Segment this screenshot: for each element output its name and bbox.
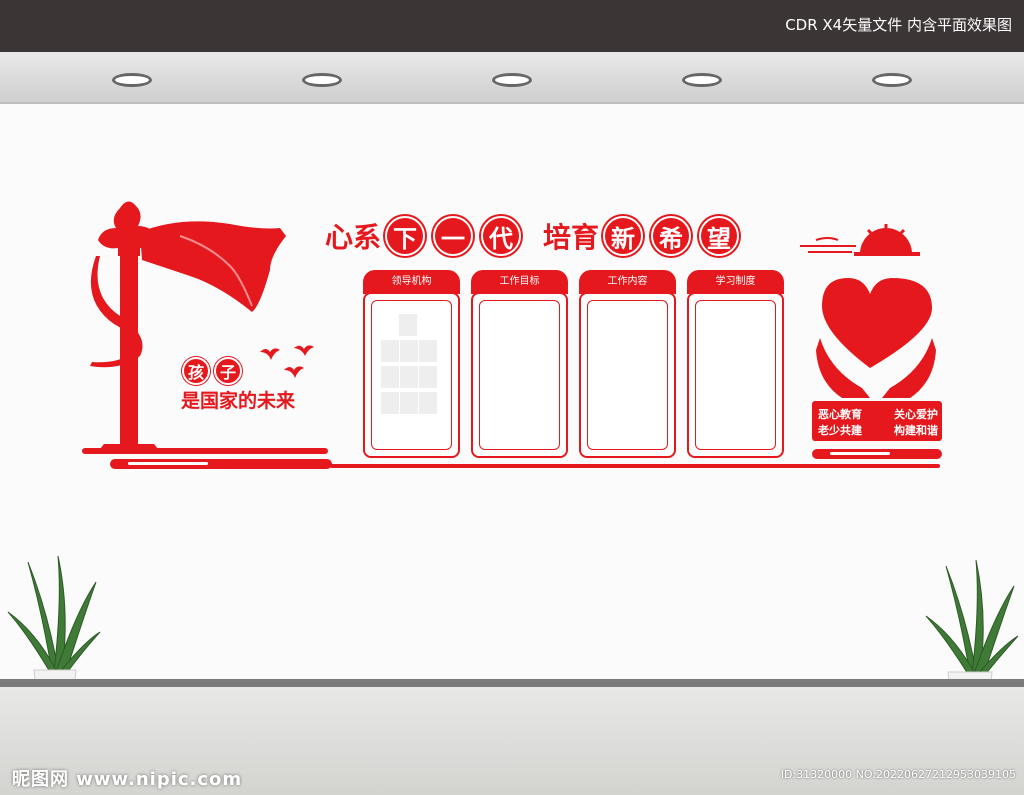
ceiling-light-icon: [872, 73, 912, 87]
slogan-text: 老少共建: [818, 424, 862, 437]
headline-part-1: 心系: [325, 221, 382, 254]
flying-birds-icon: [260, 345, 314, 378]
panel-title: 工作内容: [579, 270, 676, 294]
ceiling-light-icon: [492, 73, 532, 87]
headline-part-2: 培育: [543, 221, 600, 254]
headline-circled-char: 望: [699, 216, 740, 256]
ornamental-pillar-icon: [82, 201, 328, 454]
ceiling-light-icon: [302, 73, 342, 87]
slogan-future-line: 是国家的未来: [181, 390, 296, 412]
circled-char: 子: [214, 357, 242, 385]
headline: 心系 下 一 代 培育 新 希 望: [325, 216, 743, 256]
display-panel-rules: 学习制度: [687, 270, 784, 458]
top-banner: CDR X4矢量文件 内含平面效果图: [0, 0, 1024, 52]
circled-char: 孩: [182, 357, 210, 385]
ceiling-light-icon: [112, 73, 152, 87]
display-panel-leadership: 领导机构: [363, 270, 460, 458]
slogan-text: 恶心教育: [818, 408, 862, 421]
headline-circled-char: 希: [651, 216, 692, 256]
watermark-left: 昵图网 www.nipic.com: [12, 769, 243, 790]
slogan-text: 构建和谐: [894, 424, 938, 437]
top-banner-text: CDR X4矢量文件 内含平面效果图: [785, 16, 1012, 34]
display-panel-work: 工作内容: [579, 270, 676, 458]
slogan-text: 关心爱护: [894, 408, 938, 421]
panel-title: 学习制度: [687, 270, 784, 294]
panel-title: 工作目标: [471, 270, 568, 294]
headline-circled-char: 代: [481, 216, 522, 256]
panel-title: 领导机构: [363, 270, 460, 294]
rising-sun-icon: [800, 224, 920, 256]
ceiling-light-icon: [682, 73, 722, 87]
rail-highlight: [830, 452, 890, 455]
display-panel-goals: 工作目标: [471, 270, 568, 458]
headline-circled-char: 新: [603, 216, 644, 256]
heart-in-hands-icon: [816, 278, 936, 398]
slogan-child-circled: 孩 子: [180, 357, 244, 385]
rail-main: [330, 464, 940, 468]
slogan-care-box: 恶心教育 关心爱护 老少共建 构建和谐: [812, 401, 942, 441]
baseboard: [0, 679, 1024, 687]
rail-highlight: [128, 462, 208, 465]
panel-placeholder-grid: [381, 314, 437, 414]
headline-circled-char: 一: [433, 216, 474, 256]
watermark-right: ID:31320000 NO:20220627212953039105: [780, 768, 1016, 781]
headline-circled-char: 下: [385, 216, 426, 256]
